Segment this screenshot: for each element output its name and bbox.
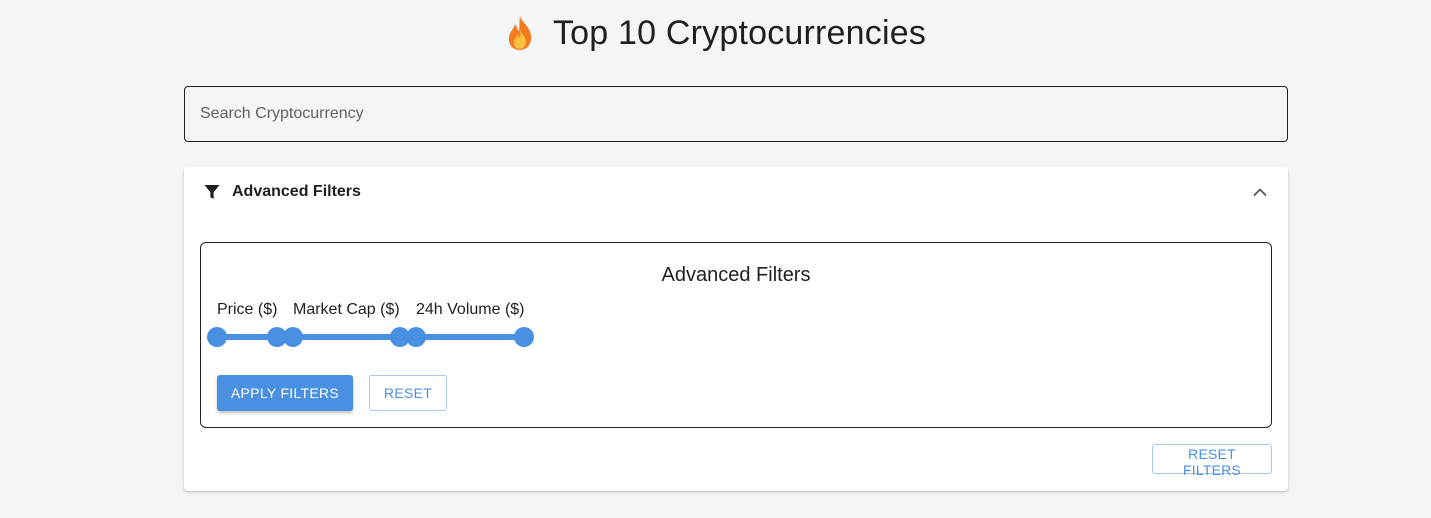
price-slider-min-thumb[interactable] (207, 327, 227, 347)
search-box[interactable] (184, 86, 1288, 142)
chevron-up-icon[interactable] (1252, 184, 1268, 200)
volume-slider-label: 24h Volume ($) (416, 301, 525, 318)
volume-slider-max-thumb[interactable] (514, 327, 534, 347)
funnel-icon (204, 185, 220, 199)
reset-filters-button[interactable]: RESET FILTERS (1152, 444, 1272, 478)
volume-slider-min-thumb[interactable] (406, 327, 426, 347)
accordion-header[interactable]: Advanced Filters (184, 166, 1288, 218)
apply-filters-button[interactable]: APPLY FILTERS (217, 375, 353, 411)
volume-slider-track[interactable] (416, 334, 524, 340)
reset-button[interactable]: RESET (369, 375, 447, 411)
market-cap-slider-track[interactable] (293, 334, 400, 340)
accordion-title: Advanced Filters (232, 183, 361, 200)
page-title: Top 10 Cryptocurrencies (552, 13, 927, 52)
market-cap-slider-min-thumb[interactable] (283, 327, 303, 347)
filters-panel-title: Advanced Filters (661, 264, 811, 286)
price-slider-label: Price ($) (217, 301, 278, 318)
search-input[interactable] (198, 104, 1274, 124)
market-cap-slider-label: Market Cap ($) (293, 301, 400, 318)
fire-icon (508, 16, 532, 50)
advanced-filters-accordion: Advanced Filters Advanced Filters Price … (184, 166, 1288, 491)
filters-panel: Advanced Filters Price ($) Market Cap ($… (200, 242, 1272, 428)
page-header: Top 10 Cryptocurrencies (0, 8, 1431, 58)
